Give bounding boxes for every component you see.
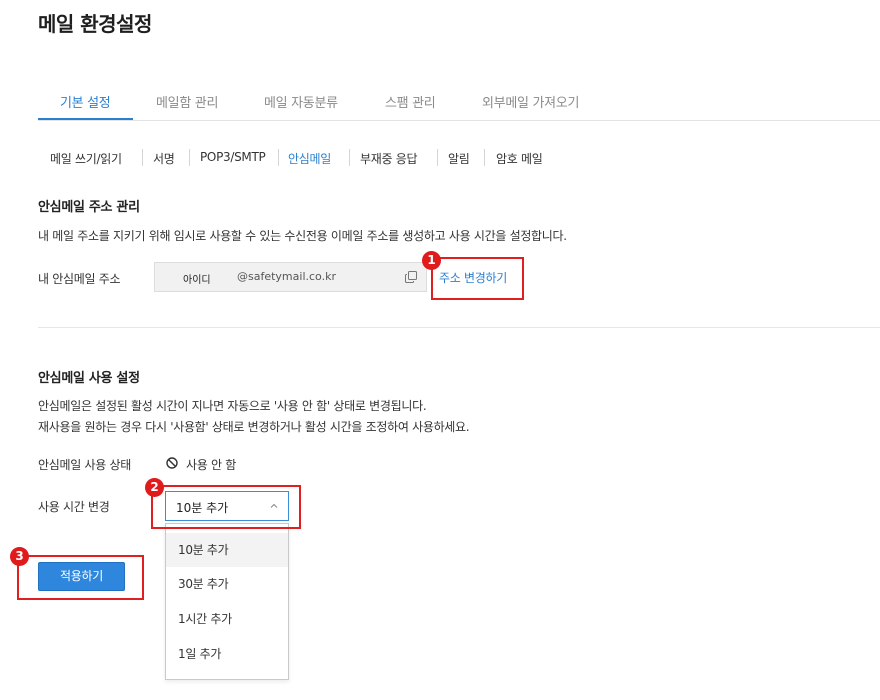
subnav-separator: [349, 149, 350, 166]
usage-time-dropdown: 10분 추가 30분 추가 1시간 추가 1일 추가: [165, 523, 289, 680]
subnav-separator: [278, 149, 279, 166]
subnav-item-safe-mail[interactable]: 안심메일: [288, 150, 331, 167]
copy-icon[interactable]: [405, 271, 417, 283]
highlight-box-time-select: [151, 485, 301, 529]
section-divider: [38, 327, 880, 328]
usage-time-label: 사용 시간 변경: [38, 500, 110, 514]
usage-description-line1: 안심메일은 설정된 활성 시간이 지나면 자동으로 '사용 안 함' 상태로 변…: [38, 399, 427, 413]
address-section-title: 안심메일 주소 관리: [38, 200, 140, 215]
dropdown-option-30min[interactable]: 30분 추가: [166, 567, 288, 601]
subnav-separator: [484, 149, 485, 166]
dropdown-option-1hour[interactable]: 1시간 추가: [166, 602, 288, 636]
tab-external-mail-import[interactable]: 외부메일 가져오기: [482, 92, 579, 111]
tab-mailbox-management[interactable]: 메일함 관리: [156, 92, 218, 111]
address-domain: @safetymail.co.kr: [237, 270, 336, 283]
subnav-item-encrypted-mail[interactable]: 암호 메일: [496, 150, 543, 167]
subnav-item-pop3-smtp[interactable]: POP3/SMTP: [200, 150, 266, 164]
main-tabs: 기본 설정 메일함 관리 메일 자동분류 스팸 관리 외부메일 가져오기: [38, 80, 880, 121]
address-section-description: 내 메일 주소를 지키기 위해 임시로 사용할 수 있는 수신전용 이메일 주소…: [38, 229, 567, 243]
subnav-item-signature[interactable]: 서명: [153, 150, 175, 167]
subnav-item-compose-read[interactable]: 메일 쓰기/읽기: [50, 150, 122, 167]
highlight-box-apply-button: [17, 555, 144, 600]
safe-address-label: 내 안심메일 주소: [38, 272, 121, 286]
subnav-item-notification[interactable]: 알림: [448, 150, 470, 167]
tab-spam-management[interactable]: 스팸 관리: [385, 92, 436, 111]
safe-address-field: 아이디 @safetymail.co.kr: [154, 262, 427, 292]
usage-description-line2: 재사용을 원하는 경우 다시 '사용함' 상태로 변경하거나 활성 시간을 조정…: [38, 420, 470, 434]
tab-basic-settings[interactable]: 기본 설정: [60, 92, 111, 111]
highlight-box-change-link: [431, 257, 524, 300]
tab-mail-auto-sort[interactable]: 메일 자동분류: [264, 92, 338, 111]
page-title: 메일 환경설정: [38, 12, 152, 36]
step-badge-2: 2: [145, 478, 164, 497]
address-id: 아이디: [183, 275, 211, 286]
subnav-item-auto-reply[interactable]: 부재중 응답: [360, 150, 418, 167]
subnav-separator: [189, 149, 190, 166]
dropdown-option-10min[interactable]: 10분 추가: [166, 533, 288, 567]
dropdown-option-1day[interactable]: 1일 추가: [166, 637, 288, 671]
usage-section-title: 안심메일 사용 설정: [38, 371, 140, 386]
step-badge-3: 3: [10, 547, 29, 566]
usage-status-value: 사용 안 함: [186, 458, 236, 472]
usage-status-label: 안심메일 사용 상태: [38, 458, 131, 472]
step-badge-1: 1: [422, 251, 441, 270]
subnav-separator: [142, 149, 143, 166]
no-entry-icon: [166, 457, 178, 469]
subnav-separator: [437, 149, 438, 166]
active-tab-indicator: [38, 118, 133, 120]
